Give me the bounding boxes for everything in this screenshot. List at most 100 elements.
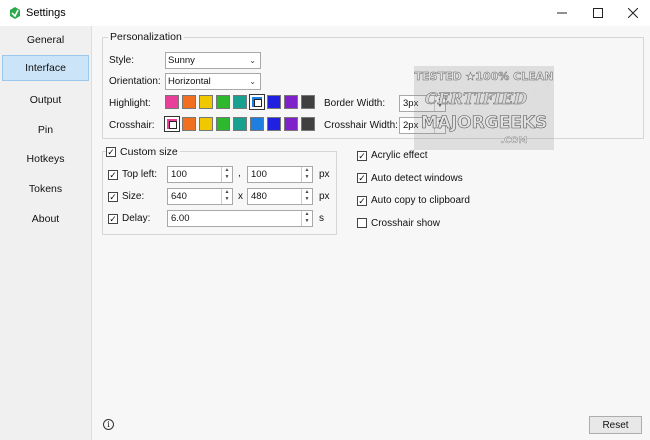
highlight-color-swatch[interactable] <box>165 95 179 109</box>
sidebar-item-label: General <box>26 34 65 46</box>
custom-size-checkbox[interactable]: ✓ Custom size <box>106 146 180 158</box>
option-checkbox[interactable]: ✓ Auto copy to clipboard <box>357 195 470 206</box>
window-title: Settings <box>26 7 66 19</box>
highlight-color-swatch[interactable] <box>267 95 281 109</box>
check-icon[interactable]: ✓ <box>357 195 367 206</box>
top-left-x-spinbox[interactable]: 100 ▲ ▼ <box>167 166 233 183</box>
crosshair-color-swatch[interactable] <box>267 117 281 131</box>
size-width-spinbox[interactable]: 640 ▲ ▼ <box>167 188 233 205</box>
highlight-color-swatch[interactable] <box>284 95 298 109</box>
spin-arrows-icon[interactable]: ▲ ▼ <box>301 167 312 182</box>
orientation-select-value: Horizontal <box>168 76 211 87</box>
chevron-down-icon: ⌄ <box>249 77 256 86</box>
border-width-label: Border Width: <box>324 98 386 109</box>
check-icon[interactable]: ✓ <box>108 191 118 202</box>
delay-label: Delay: <box>122 213 151 224</box>
spin-arrows-icon[interactable]: ▲ ▼ <box>301 189 312 204</box>
maximize-button[interactable] <box>581 0 615 26</box>
crosshair-color-swatch[interactable] <box>182 117 196 131</box>
crosshair-label: Crosshair: <box>109 120 155 131</box>
crosshair-color-swatch[interactable] <box>284 117 298 131</box>
custom-size-check-icon[interactable]: ✓ <box>106 147 116 157</box>
crosshair-color-swatch[interactable] <box>216 117 230 131</box>
crosshair-color-swatch[interactable] <box>233 117 247 131</box>
app-logo-icon <box>10 7 20 19</box>
option-checkbox[interactable]: ✓ Auto detect windows <box>357 173 463 184</box>
selected-marker-icon <box>169 121 177 129</box>
crosshair-color-swatch[interactable] <box>301 117 315 131</box>
spin-arrows-icon[interactable]: ▲ ▼ <box>221 189 232 204</box>
sidebar-item-label: Output <box>29 94 62 106</box>
top-left-label: Top left: <box>122 169 158 180</box>
sidebar: General Interface Output Pin Hotkeys Tok… <box>0 26 90 440</box>
selected-marker-icon <box>254 99 262 107</box>
orientation-label: Orientation: <box>109 76 161 87</box>
comma-separator: , <box>238 168 241 179</box>
highlight-color-swatch[interactable] <box>249 94 265 110</box>
size-width-value: 640 <box>171 191 187 202</box>
watermark-line4: .COM <box>501 136 528 146</box>
px-unit: px <box>319 169 330 180</box>
sidebar-item-label: Interface <box>25 62 66 74</box>
close-button[interactable] <box>616 0 650 26</box>
crosshair-color-swatch[interactable] <box>164 116 180 132</box>
sidebar-item-pin[interactable]: Pin <box>2 117 89 143</box>
crosshair-color-swatch[interactable] <box>199 117 213 131</box>
style-select[interactable]: Sunny ⌄ <box>165 52 261 69</box>
option-label: Auto detect windows <box>371 172 463 184</box>
chevron-down-icon: ⌄ <box>249 56 256 65</box>
highlight-color-row <box>165 94 325 111</box>
reset-button[interactable]: Reset <box>589 416 642 434</box>
crosshair-color-swatch[interactable] <box>250 117 264 131</box>
highlight-color-swatch[interactable] <box>233 95 247 109</box>
sidebar-item-general[interactable]: General <box>2 27 89 53</box>
top-left-x-value: 100 <box>171 169 187 180</box>
top-left-y-value: 100 <box>251 169 267 180</box>
highlight-color-swatch[interactable] <box>301 95 315 109</box>
crosshair-color-row <box>164 116 325 133</box>
highlight-color-swatch[interactable] <box>216 95 230 109</box>
sidebar-item-tokens[interactable]: Tokens <box>2 176 89 202</box>
delay-spinbox[interactable]: 6.00 ▲ ▼ <box>167 210 313 227</box>
info-icon[interactable]: i <box>103 419 114 430</box>
option-label: Crosshair show <box>371 217 440 229</box>
check-icon[interactable]: ✓ <box>108 213 118 224</box>
personalization-title: Personalization <box>108 31 184 43</box>
x-separator: x <box>238 191 243 202</box>
minimize-button[interactable] <box>545 0 579 26</box>
delay-checkbox[interactable]: ✓ Delay: <box>108 213 150 224</box>
option-label: Auto copy to clipboard <box>371 195 470 206</box>
sidebar-item-interface[interactable]: Interface <box>2 55 89 81</box>
spin-arrows-icon[interactable]: ▲ ▼ <box>221 167 232 182</box>
check-icon[interactable]: ✓ <box>357 150 367 161</box>
highlight-color-swatch[interactable] <box>199 95 213 109</box>
top-left-checkbox[interactable]: ✓ Top left: <box>108 169 157 180</box>
orientation-select[interactable]: Horizontal ⌄ <box>165 73 261 90</box>
close-icon <box>628 8 638 18</box>
seconds-unit: s <box>319 213 324 224</box>
crosshair-width-label: Crosshair Width: <box>324 120 398 131</box>
maximize-icon <box>593 8 603 18</box>
watermark-line3: MAJORGEEKS <box>421 113 548 133</box>
check-icon[interactable]: ✓ <box>357 173 367 183</box>
style-select-value: Sunny <box>168 55 195 66</box>
top-left-y-spinbox[interactable]: 100 ▲ ▼ <box>247 166 313 183</box>
option-checkbox[interactable]: ✓ Acrylic effect <box>357 150 428 161</box>
sidebar-item-label: About <box>31 213 60 225</box>
style-label: Style: <box>109 55 135 66</box>
sidebar-item-hotkeys[interactable]: Hotkeys <box>2 146 89 172</box>
sidebar-item-about[interactable]: About <box>2 206 89 232</box>
option-checkbox[interactable]: Crosshair show <box>357 218 440 229</box>
size-height-value: 480 <box>251 191 267 202</box>
spin-arrows-icon[interactable]: ▲ ▼ <box>301 211 312 226</box>
majorgeeks-watermark-logo: TESTED ★100% CLEAN CERTIFIED MAJORGEEKS … <box>414 66 554 150</box>
check-icon[interactable] <box>357 218 367 228</box>
sidebar-item-output[interactable]: Output <box>2 87 89 113</box>
custom-size-title: Custom size <box>120 146 178 158</box>
sidebar-item-label: Tokens <box>28 183 63 195</box>
highlight-color-swatch[interactable] <box>182 95 196 109</box>
size-height-spinbox[interactable]: 480 ▲ ▼ <box>247 188 313 205</box>
check-icon[interactable]: ✓ <box>108 169 118 180</box>
watermark-line1: TESTED ★100% CLEAN <box>415 70 554 83</box>
size-checkbox[interactable]: ✓ Size: <box>108 191 144 202</box>
